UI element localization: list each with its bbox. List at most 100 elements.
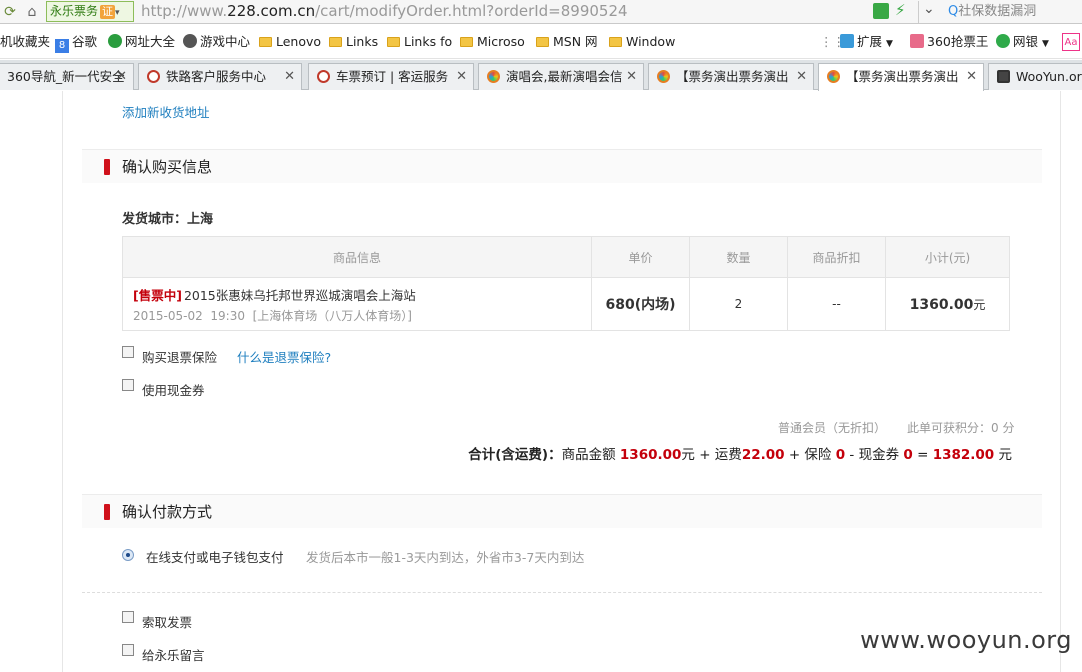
cert-icon: 证	[100, 5, 116, 19]
col-qty: 数量	[689, 236, 788, 278]
bookmark-label: 网址大全	[125, 34, 176, 49]
translate-icon[interactable]: Aa	[1062, 33, 1080, 51]
yongle-icon	[827, 70, 840, 83]
show-date: 2015-05-02	[133, 308, 203, 323]
tab-ticket-active[interactable]: 【票务演出票务演出 ✕	[818, 63, 984, 91]
table-header-row: 商品信息 单价 数量 商品折扣 小计(元)	[122, 236, 1010, 278]
bookmark-wangzhi[interactable]: 网址大全	[108, 25, 175, 59]
bookmark-favorites[interactable]: 机收藏夹	[0, 25, 50, 59]
tab-chepiao[interactable]: 车票预订 | 客运服务 ✕	[308, 63, 474, 90]
bookmark-links[interactable]: Links	[329, 25, 378, 59]
shipping-label: + 运费	[699, 447, 742, 463]
bookmark-window[interactable]: Window	[609, 25, 675, 59]
tab-12306[interactable]: 铁路客户服务中心 ✕	[138, 63, 302, 90]
member-info: 普通会员（无折扣）	[778, 421, 887, 435]
wangyin-menu[interactable]: 网银 ▼	[996, 25, 1049, 59]
product-name[interactable]: 2015张惠妹乌托邦世界巡城演唱会上海站	[184, 288, 416, 303]
add-address-link[interactable]: 添加新收货地址	[122, 102, 210, 121]
venue: [上海体育场（八万人体育场）]	[252, 308, 412, 323]
address-bar: ⟳ ⌂ 永乐票务证 ▾ http://www.228.com.cn/cart/mo…	[0, 0, 1082, 24]
pay-online-radio[interactable]	[122, 549, 134, 561]
order-table: 商品信息 单价 数量 商品折扣 小计(元) [售票中] 2015张惠妹乌托邦世界巡…	[122, 236, 1010, 331]
show-time: 19:30	[210, 308, 245, 323]
bookmark-label: Links fo	[404, 34, 453, 49]
section-confirm-purchase: 确认购买信息	[82, 149, 1042, 183]
goods-amount: 1360.00	[619, 447, 682, 463]
unit-price: 680(内场)	[591, 277, 690, 331]
invoice-checkbox[interactable]	[122, 611, 134, 623]
bookmark-label: MSN 网	[553, 34, 598, 49]
col-product: 商品信息	[122, 236, 592, 278]
bookmark-lenovo[interactable]: Lenovo	[259, 25, 321, 59]
site-badge-name: 永乐票务	[50, 4, 99, 18]
voucher-checkbox[interactable]	[122, 379, 134, 391]
col-subtotal: 小计(元)	[885, 236, 1010, 278]
shield-icon	[996, 34, 1010, 48]
equals-sign: =	[917, 447, 929, 463]
tab-360[interactable]: 360导航_新一代安全 ✕	[0, 63, 134, 90]
tab-label: 演唱会,最新演唱会信	[506, 69, 623, 84]
bookmark-label: 谷歌	[72, 34, 98, 49]
close-icon[interactable]: ✕	[796, 64, 807, 90]
chevron-down-icon: ▼	[1042, 39, 1049, 49]
message-checkbox[interactable]	[122, 644, 134, 656]
tab-ticket-1[interactable]: 【票务演出票务演出 ✕	[648, 63, 814, 90]
train-icon	[317, 70, 330, 83]
order-total: 合计(含运费)：商品金额 1360.00元 + 运费22.00 + 保险 0 -…	[468, 443, 1012, 463]
product-info: [售票中] 2015张惠妹乌托邦世界巡城演唱会上海站 2015-05-02 19:…	[122, 277, 592, 331]
subtotal-amount: 1360.00	[909, 296, 974, 313]
yuan-unit-2: 元	[998, 447, 1013, 463]
insurance-help-link[interactable]: 什么是退票保险?	[237, 347, 331, 366]
bookmark-label: Microso	[477, 34, 525, 49]
search-icon: Q	[948, 4, 959, 19]
home-icon[interactable]: ⌂	[22, 2, 42, 22]
tab-label: 车票预订 | 客运服务	[336, 69, 449, 84]
points-info: 此单可获积分：0 分	[907, 421, 1015, 435]
invoice-label: 索取发票	[142, 615, 193, 630]
subtotal-unit: 元	[973, 297, 986, 312]
insurance-checkbox[interactable]	[122, 346, 134, 358]
bookmark-links-fo[interactable]: Links fo	[387, 25, 452, 59]
bookmark-label: 游戏中心	[200, 34, 251, 49]
site-security-badge[interactable]: 永乐票务证 ▾	[46, 1, 134, 22]
section-marker	[104, 159, 110, 175]
tab-wooyun[interactable]: WooYun.or	[988, 63, 1082, 90]
puzzle-icon	[840, 34, 854, 48]
folder-icon	[609, 37, 622, 47]
yongle-icon	[657, 70, 670, 83]
search-input[interactable]: Q社保数据漏洞	[948, 0, 1036, 23]
tab-label: 【票务演出票务演出	[846, 69, 959, 84]
ship-city: 发货城市：上海	[122, 212, 214, 227]
close-icon[interactable]: ✕	[456, 64, 467, 90]
bookmark-msn[interactable]: MSN 网	[536, 25, 598, 59]
close-icon[interactable]: ✕	[284, 64, 295, 90]
globe-icon	[108, 34, 122, 48]
voucher-label: 使用现金券	[142, 383, 205, 398]
tab-label: WooYun.or	[1016, 69, 1082, 84]
total-label: 合计(含运费)：	[468, 447, 562, 463]
url-input[interactable]: http://www.228.com.cn/cart/modifyOrder.h…	[141, 0, 628, 23]
tab-concert[interactable]: 演唱会,最新演唱会信 ✕	[478, 63, 644, 90]
wangyin-label: 网银	[1013, 34, 1039, 49]
divider	[82, 592, 1042, 593]
grand-total: 1382.00	[932, 447, 995, 463]
tab-label: 360导航_新一代安全	[7, 69, 125, 84]
bookmark-microso[interactable]: Microso	[460, 25, 525, 59]
insurance-amount: 0	[835, 447, 846, 463]
qiangpiao-button[interactable]: 360抢票王	[910, 25, 988, 59]
dropdown-icon[interactable]: ⌄	[918, 1, 935, 23]
shipping-amount: 22.00	[741, 447, 785, 463]
page-content: 添加新收货地址 确认购买信息 发货城市：上海 商品信息 单价 数量 商品折扣 小…	[0, 91, 1082, 672]
qrcode-icon[interactable]	[873, 3, 889, 19]
lightning-icon[interactable]: ⚡	[895, 1, 906, 19]
extend-menu[interactable]: 扩展 ▼	[840, 25, 893, 59]
refresh-icon[interactable]: ⟳	[0, 2, 20, 22]
yongle-icon	[487, 70, 500, 83]
close-icon[interactable]: ✕	[966, 64, 977, 90]
tab-bar: 360导航_新一代安全 ✕ 铁路客户服务中心 ✕ 车票预订 | 客运服务 ✕ 演唱会,…	[0, 60, 1082, 91]
bookmark-games[interactable]: 游戏中心	[183, 25, 250, 59]
close-icon[interactable]: ✕	[626, 64, 637, 90]
bookmark-google[interactable]: 8 谷歌	[55, 25, 97, 59]
close-icon[interactable]: ✕	[116, 64, 127, 90]
col-price: 单价	[591, 236, 690, 278]
